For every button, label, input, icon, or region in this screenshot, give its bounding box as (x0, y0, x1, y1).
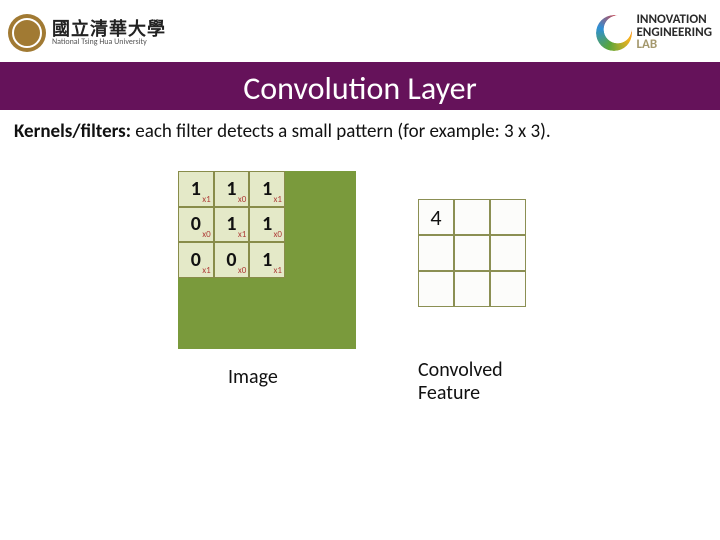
feature-cell (418, 235, 454, 271)
kernel-cell-value: 0 (226, 248, 236, 272)
feature-label: Convolved Feature (418, 359, 503, 405)
kernel-cell-sub: x1 (274, 194, 282, 205)
kernel-cell-sub: x1 (238, 229, 246, 240)
kernel-cell: 1x1 (249, 171, 285, 207)
description: Kernels/filters: each filter detects a s… (0, 110, 720, 143)
swoosh-icon (596, 15, 632, 51)
feature-label-line1: Convolved (418, 358, 503, 382)
feature-cell (490, 235, 526, 271)
nthu-name-en: National Tsing Hua University (52, 38, 166, 46)
kernel-cell: 0x1 (178, 242, 214, 278)
input-image: 1x1 1x0 1x1 0x0 1x1 1x0 0x1 0x0 1x1 (178, 171, 356, 349)
kernel-cell-sub: x0 (202, 229, 210, 240)
title-bar: Convolution Layer (0, 62, 720, 110)
kernel-cell: 1x1 (249, 242, 285, 278)
kernel-cell: 1x0 (214, 171, 250, 207)
kernel-cell-value: 1 (191, 177, 201, 201)
kernel-cell-sub: x1 (202, 194, 210, 205)
kernel-cell-value: 1 (262, 248, 272, 272)
nthu-name-cn: 國立清華大學 (52, 20, 166, 38)
kernel-cell-value: 1 (226, 177, 236, 201)
kernel-cell: 1x1 (214, 207, 250, 243)
kernel-cell: 1x1 (178, 171, 214, 207)
kernel-cell: 0x0 (214, 242, 250, 278)
feature-cell (490, 199, 526, 235)
convolved-feature-grid: 4 (418, 199, 526, 307)
kernel-cell-sub: x1 (274, 265, 282, 276)
kernel-cell-value: 1 (262, 212, 272, 236)
kernel-cell-value: 1 (262, 177, 272, 201)
kernel-cell: 0x0 (178, 207, 214, 243)
iel-text: INNOVATION ENGINEERING LAB (636, 14, 712, 51)
feature-cell (454, 271, 490, 307)
image-label: Image (228, 365, 278, 389)
feature-label-line2: Feature (418, 381, 480, 405)
kernel-cell: 1x0 (249, 207, 285, 243)
iel-line-3: LAB (636, 39, 712, 51)
feature-cell: 4 (418, 199, 454, 235)
kernel-cell-value: 0 (191, 212, 201, 236)
kernel-cell-sub: x0 (274, 229, 282, 240)
nthu-text: 國立清華大學 National Tsing Hua University (52, 20, 166, 46)
kernel-cell-sub: x0 (238, 194, 246, 205)
feature-cell (418, 271, 454, 307)
slide-title: Convolution Layer (243, 69, 477, 108)
iel-logo: INNOVATION ENGINEERING LAB (596, 14, 712, 51)
description-rest: each filter detects a small pattern (for… (131, 120, 551, 143)
feature-cell (454, 199, 490, 235)
kernel-overlay: 1x1 1x0 1x1 0x0 1x1 1x0 0x1 0x0 1x1 (178, 171, 285, 278)
nthu-logo: 國立清華大學 National Tsing Hua University (8, 14, 166, 52)
diagram-stage: 1x1 1x0 1x1 0x0 1x1 1x0 0x1 0x0 1x1 4 Im… (0, 143, 720, 483)
kernel-cell-value: 1 (226, 212, 236, 236)
kernel-cell-sub: x0 (238, 265, 246, 276)
slide-header: 國立清華大學 National Tsing Hua University INN… (0, 0, 720, 62)
nthu-seal-icon (8, 14, 46, 52)
description-bold: Kernels/filters: (14, 120, 131, 143)
kernel-cell-sub: x1 (202, 265, 210, 276)
feature-cell (490, 271, 526, 307)
kernel-cell-value: 0 (191, 248, 201, 272)
feature-cell (454, 235, 490, 271)
